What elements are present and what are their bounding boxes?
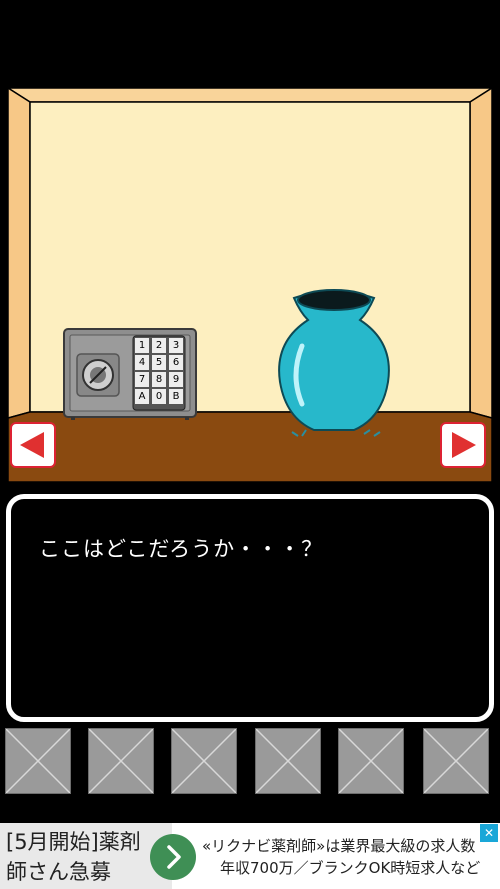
keypad-key[interactable]: 9 (169, 372, 183, 387)
keypad-key[interactable]: 6 (169, 355, 183, 370)
ad-banner[interactable]: [5月開始]薬剤 師さん急募 «リクナビ薬剤師»は業界最大級の求人数 年収700… (0, 823, 500, 889)
inventory-slot[interactable] (423, 728, 489, 794)
room-illustration (5, 86, 495, 483)
inventory-slot[interactable] (255, 728, 321, 794)
keypad-key[interactable]: 3 (169, 338, 183, 353)
keypad-key[interactable]: 4 (135, 355, 149, 370)
empty-slot-icon (256, 729, 320, 793)
empty-slot-icon (172, 729, 236, 793)
keypad-key[interactable]: B (169, 389, 183, 404)
left-arrow-icon (20, 432, 44, 458)
message-box[interactable]: ここはどこだろうか・・・？ (6, 494, 494, 722)
ad-headline-line2: 師さん急募 (6, 860, 111, 884)
keypad-key[interactable]: 8 (152, 372, 166, 387)
nav-right-button[interactable] (440, 422, 486, 468)
right-arrow-icon (452, 432, 476, 458)
empty-slot-icon (89, 729, 153, 793)
empty-slot-icon (6, 729, 70, 793)
ad-headline-panel: [5月開始]薬剤 師さん急募 (0, 823, 172, 889)
chevron-right-icon (167, 845, 181, 869)
keypad-key[interactable]: A (135, 389, 149, 404)
keypad-key[interactable]: 0 (152, 389, 166, 404)
keypad-key[interactable]: 5 (152, 355, 166, 370)
vase-illustration (278, 289, 390, 437)
empty-slot-icon (339, 729, 403, 793)
inventory-slot[interactable] (171, 728, 237, 794)
ad-choices-icon[interactable]: ✕ (480, 824, 498, 842)
message-text: ここはどこだろうか・・・？ (39, 537, 324, 561)
keypad-key[interactable]: 1 (135, 338, 149, 353)
inventory-slot[interactable] (88, 728, 154, 794)
nav-left-button[interactable] (10, 422, 56, 468)
ad-body-line2: 年収700万／ブランクOK時短求人など (220, 859, 481, 877)
vase[interactable] (272, 286, 396, 440)
inventory-slot[interactable] (338, 728, 404, 794)
keypad-key[interactable]: 2 (152, 338, 166, 353)
ad-body-line1: «リクナビ薬剤師»は業界最大級の求人数 (202, 837, 476, 855)
ad-headline-line1: [5月開始]薬剤 (6, 830, 141, 854)
inventory-slot[interactable] (5, 728, 71, 794)
room-scene: 1 2 3 4 5 6 7 8 9 A 0 B (5, 86, 495, 483)
safe[interactable]: 1 2 3 4 5 6 7 8 9 A 0 B (63, 328, 197, 420)
keypad-key[interactable]: 7 (135, 372, 149, 387)
inventory-bar (0, 726, 500, 796)
empty-slot-icon (424, 729, 488, 793)
safe-keypad: 1 2 3 4 5 6 7 8 9 A 0 B (135, 338, 183, 408)
ad-open-button[interactable] (150, 834, 196, 880)
